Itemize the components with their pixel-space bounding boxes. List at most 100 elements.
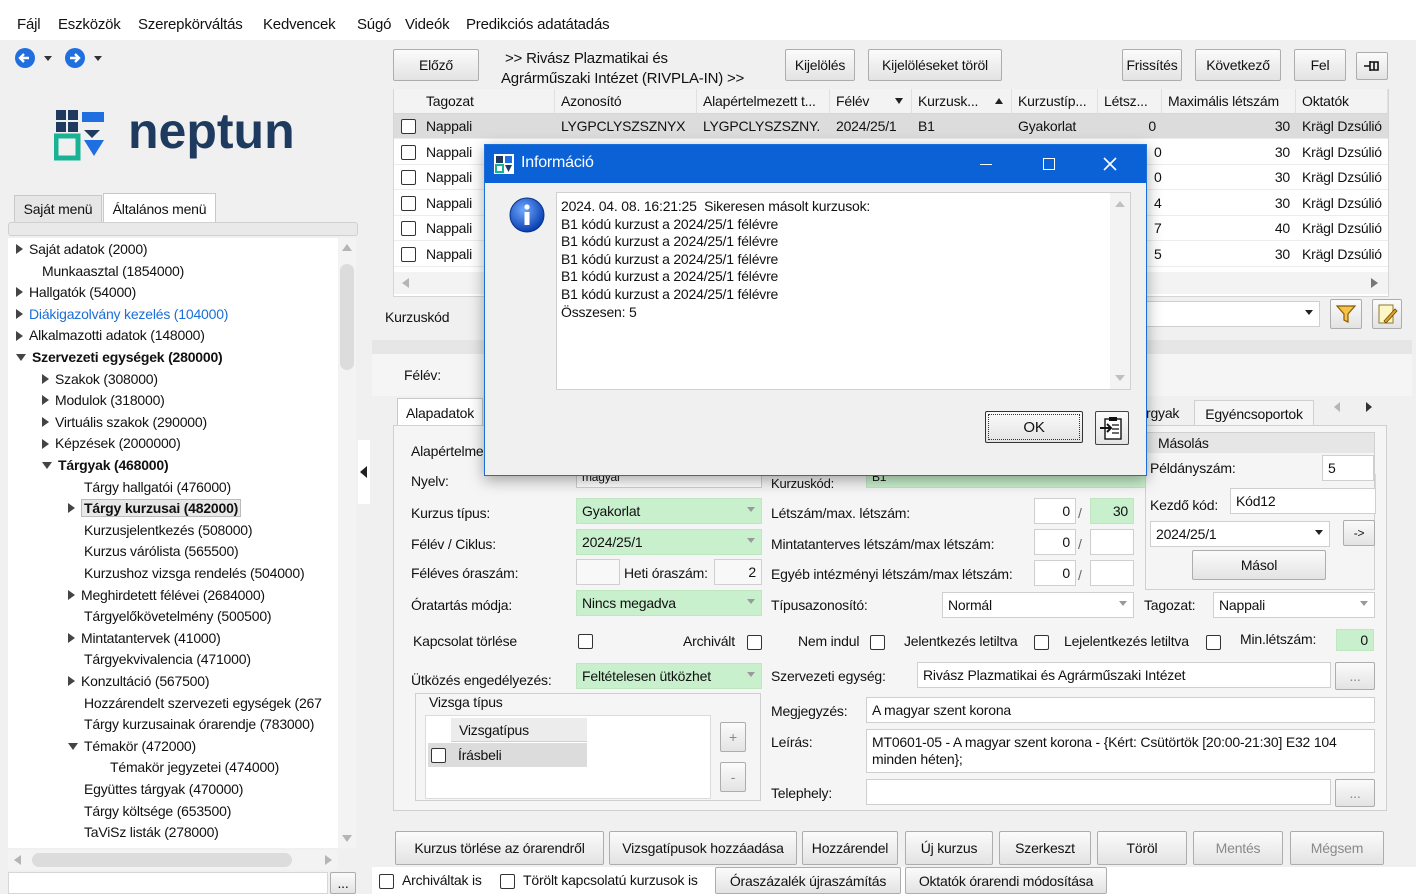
panel-splitter[interactable] [358,440,370,504]
mintatantervi-max-field[interactable] [1090,529,1134,555]
sidebar-tree-item[interactable]: Alkalmazotti adatok (148000) [16,325,205,346]
sort-filter-down-icon[interactable] [895,98,903,104]
expand-right-icon[interactable] [42,417,49,428]
oratartas-select[interactable]: Nincs megadva [576,590,762,616]
kurzus-tipus-select[interactable]: Gyakorlat [576,498,762,524]
vizsgatipus-row[interactable]: Írásbeli [428,743,587,767]
menu-item[interactable]: Fájl [17,16,41,33]
forward-button[interactable] [64,47,104,69]
scroll-up-icon[interactable] [1115,201,1125,207]
menu-item[interactable]: Videók [405,16,450,33]
cancel-button[interactable]: Mégsem [1290,831,1384,865]
expand-down-icon[interactable] [16,353,26,361]
sidebar-tree-item[interactable]: Tárgyekvivalencia (471000) [84,649,251,670]
sidebar-tree-item[interactable]: Tárgy kurzusai (482000) [68,498,242,519]
copy-felev-select[interactable]: 2024/25/1 [1150,521,1330,547]
sidebar-tree-item[interactable]: Képzések (2000000) [42,433,181,454]
sidebar-tree-item[interactable]: Saját adatok (2000) [16,239,148,260]
row-checkbox[interactable] [401,119,416,134]
menu-item[interactable]: Eszközök [58,16,121,33]
egyeb-max-field[interactable] [1090,560,1134,586]
sidebar-tree-item[interactable]: Együttes tárgyak (470000) [84,779,243,800]
expand-right-icon[interactable] [68,633,75,644]
add-exam-types-button[interactable]: Vizsgatípusok hozzáadása [609,831,797,865]
sidebar-tree-item[interactable]: Tárgy költsége (653500) [84,801,231,822]
expand-right-icon[interactable] [42,373,49,384]
kezdo-kod-field[interactable]: Kód12 [1230,488,1376,514]
lejelentkezes-letiltva-checkbox[interactable] [1206,635,1221,650]
sidebar-tree-item[interactable]: Diákigazolvány kezelés (104000) [16,304,228,325]
tab-scroll-left-icon[interactable] [1334,402,1340,412]
prev-button[interactable]: Előző [393,49,479,81]
sidebar-tree-item[interactable]: Mintatantervek (41000) [68,628,221,649]
nyelv-field[interactable]: magyar [576,474,762,488]
telephely-browse-button[interactable]: ... [1335,779,1375,807]
sidebar-search-button[interactable]: ... [330,872,356,894]
expand-right-icon[interactable] [42,395,49,406]
grid-column-header[interactable]: Azonosító [555,89,697,114]
grid-column-header[interactable]: Kurzustíp... [1012,89,1098,114]
edit-filter-button[interactable] [1372,299,1402,329]
sidebar-tree-item[interactable]: Tárgy kurzusainak órarendje (783000) [84,714,314,735]
sidebar-tree-item[interactable]: Tárgy hallgatói (476000) [84,477,231,498]
grid-column-header[interactable]: Létsz... [1098,89,1162,114]
recalc-percentage-button[interactable]: Óraszázalék újraszámítás [715,867,901,894]
remove-exam-type-button[interactable]: - [720,762,746,792]
expand-right-icon[interactable] [68,503,75,514]
sidebar-tab-general[interactable]: Általános menü [103,193,216,224]
sidebar-tree-item[interactable]: Munkaasztal (1854000) [42,261,184,282]
tab-scroll-right-icon[interactable] [1366,402,1372,412]
min-letszam-field[interactable]: 0 [1336,629,1374,651]
nem-indul-checkbox[interactable] [870,635,885,650]
tipusazonosito-select[interactable]: Normál [942,592,1134,618]
clear-selection-button[interactable]: Kijelöléseket töröl [868,49,1002,81]
message-vscroll[interactable] [1110,193,1130,389]
scroll-thumb[interactable] [340,264,354,370]
archived-checkbox[interactable] [379,874,394,889]
peldanyszam-field[interactable]: 5 [1322,455,1374,481]
grid-column-header[interactable]: Kurzusk... [912,89,1012,114]
tab-alapadatok[interactable]: Alapadatok [397,398,483,426]
kurzuskod-filter-select[interactable] [1146,301,1320,327]
menu-item[interactable]: Szerepkörváltás [138,16,243,33]
maximize-icon[interactable] [1043,158,1055,170]
sidebar-tree-item[interactable]: Hozzárendelt szervezeti egységek (267 [84,693,322,714]
sidebar-tree-item[interactable]: Szervezeti egységek (280000) [16,347,223,368]
scroll-right-icon[interactable] [1371,278,1378,288]
sidebar-tree-item[interactable]: Meghirdetett félévei (2684000) [68,585,265,606]
row-checkbox[interactable] [401,247,416,262]
sidebar-tree-item[interactable]: Témakör jegyzetei (474000) [110,757,279,778]
sidebar-tree-item[interactable]: Konzultáció (567500) [68,671,210,692]
new-course-button[interactable]: Új kurzus [905,831,993,865]
sidebar-tree-item[interactable]: TaViSz listák (278000) [84,822,219,843]
sidebar-tree-item[interactable]: Kurzusjelentkezés (508000) [84,520,253,541]
scroll-down-icon[interactable] [342,835,352,842]
refresh-button[interactable]: Frissítés [1122,49,1182,81]
max-letszam-field[interactable]: 30 [1090,498,1134,524]
copy-to-clipboard-button[interactable] [1095,411,1129,445]
sidebar-vscroll[interactable] [338,238,356,848]
expand-right-icon[interactable] [16,287,23,298]
grid-column-header[interactable]: Tagozat [420,89,555,114]
expand-right-icon[interactable] [16,330,23,341]
sidebar-tree-item[interactable]: Hallgatók (54000) [16,282,136,303]
sort-up-icon[interactable] [995,98,1003,104]
minimize-icon[interactable] [980,164,992,165]
pin-button[interactable] [1356,52,1388,80]
sidebar-tree-item[interactable]: Virtuális szakok (290000) [42,412,207,433]
scroll-left-icon[interactable] [402,278,409,288]
grid-column-header[interactable]: Oktatók [1296,89,1388,114]
menu-item[interactable]: Predikciós adatátadás [466,16,610,33]
row-checkbox[interactable] [401,221,416,237]
utkozes-select[interactable]: Feltételesen ütközhet [576,663,762,689]
felev-ciklus-select[interactable]: 2024/25/1 [576,529,762,555]
up-button[interactable]: Fel [1294,49,1346,81]
sidebar-tab-own[interactable]: Saját menü [14,195,102,223]
row-checkbox[interactable] [401,144,416,160]
sidebar-tree-item[interactable]: Tárgyelőkövetelmény (500500) [84,606,272,627]
menu-item[interactable]: Kedvencek [263,16,336,33]
select-button[interactable]: Kijelölés [785,49,855,81]
edit-button[interactable]: Szerkeszt [999,831,1091,865]
copy-button[interactable]: Másol [1192,550,1326,580]
filter-button[interactable] [1330,299,1362,329]
